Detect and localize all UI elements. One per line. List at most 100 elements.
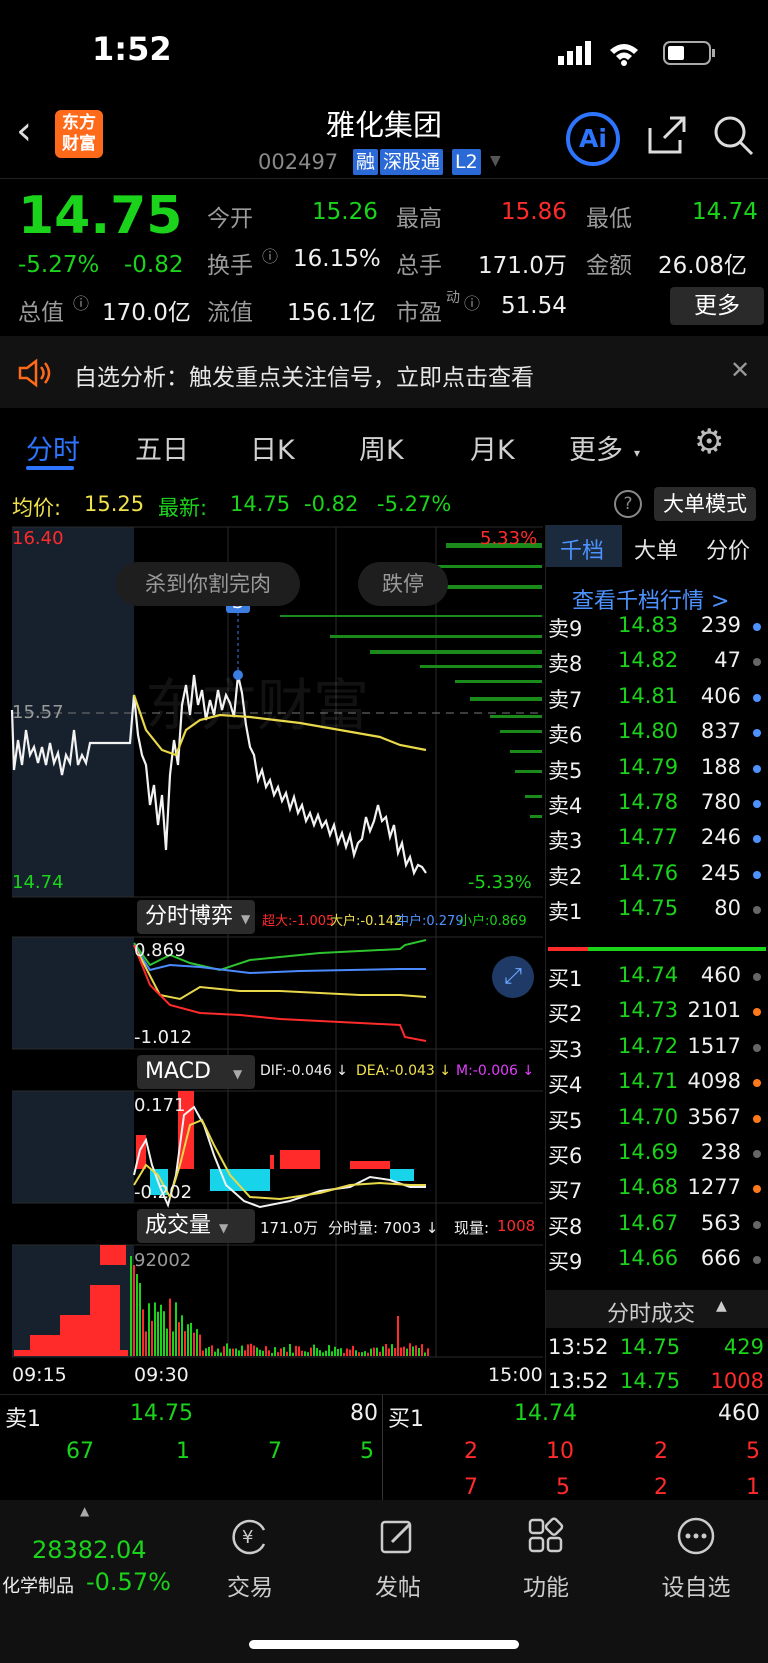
tab-trade[interactable]: 交易 <box>210 1568 290 1602</box>
macd-selector[interactable]: MACD ▼ <box>137 1055 255 1089</box>
sell-row[interactable]: 卖5 14.79 188 <box>546 753 768 787</box>
turnover-label: 换手 <box>207 253 253 279</box>
dot-icon <box>753 1150 761 1158</box>
buy-row[interactable]: 买5 14.70 3567 <box>546 1103 768 1137</box>
tab-post[interactable]: 发帖 <box>358 1568 438 1602</box>
intraday-chart[interactable]: 东方财富 S <box>0 525 545 1381</box>
comment-bubble[interactable]: 跌停 <box>358 562 448 606</box>
l1-buy-price: 14.74 <box>514 1401 577 1426</box>
tab-5day[interactable]: 五日 <box>135 428 189 467</box>
buy-row[interactable]: 买3 14.72 1517 <box>546 1032 768 1066</box>
ob-tab-large[interactable]: 大单 <box>634 533 678 565</box>
expand-icon[interactable]: ⤢ <box>492 956 534 998</box>
buy-row[interactable]: 买4 14.71 4098 <box>546 1067 768 1101</box>
comment-bubble[interactable]: 杀到你割完肉 <box>116 562 300 606</box>
l1-queue: 7 <box>268 1439 282 1464</box>
speaker-icon <box>18 358 51 388</box>
dot-icon <box>753 764 761 773</box>
ticks-header[interactable]: 分时成交 ▲ <box>546 1290 768 1328</box>
share-icon[interactable] <box>646 114 688 156</box>
l1-queue: 1 <box>176 1439 190 1464</box>
volume-bar <box>382 1346 384 1356</box>
volume-bar <box>190 1322 192 1356</box>
volume-bar <box>352 1345 354 1356</box>
volume-bar <box>193 1332 195 1356</box>
yuan-icon[interactable]: ¥ <box>230 1516 270 1556</box>
sell-row[interactable]: 卖7 14.81 406 <box>546 682 768 716</box>
search-icon[interactable] <box>712 114 756 158</box>
chevron-up-icon[interactable]: ▲ <box>80 1504 89 1518</box>
tab-add-watchlist[interactable]: 设自选 <box>646 1568 746 1602</box>
sell-row[interactable]: 卖6 14.80 837 <box>546 717 768 751</box>
more-button[interactable]: 更多 <box>670 287 764 325</box>
sell-volume: 245 <box>700 860 741 885</box>
info-icon[interactable]: ⓘ <box>262 243 278 267</box>
ratio-bar-buy <box>588 947 766 951</box>
vol-title: 成交量 <box>145 1213 212 1238</box>
buy-level-label: 买1 <box>548 967 583 991</box>
sell-row[interactable]: 卖1 14.75 80 <box>546 894 768 928</box>
sell-level-label: 卖4 <box>548 794 583 818</box>
buy-price: 14.66 <box>618 1246 679 1271</box>
index-pct[interactable]: -0.57% <box>86 1568 171 1596</box>
latest-label: 最新: <box>158 496 208 520</box>
x-label-close: 15:00 <box>488 1364 543 1386</box>
volume-bar <box>217 1348 219 1356</box>
tab-weekly[interactable]: 周K <box>359 428 404 467</box>
sell-row[interactable]: 卖2 14.76 245 <box>546 859 768 893</box>
volume-bar <box>214 1351 216 1356</box>
notice-bar[interactable]: 自选分析：触发重点关注信号，立即点击查看 ✕ <box>0 336 768 408</box>
info-icon[interactable]: ⓘ <box>73 290 89 314</box>
volume-bar <box>232 1348 234 1356</box>
axis-mid: 15.57 <box>12 702 64 723</box>
tab-monthly[interactable]: 月K <box>470 428 515 467</box>
volume-bar <box>343 1352 345 1356</box>
legend-large: 大户:-0.142 <box>330 914 403 929</box>
volume-bar <box>151 1320 153 1356</box>
dot-icon <box>753 658 761 667</box>
sell-row[interactable]: 卖9 14.83 239 <box>546 611 768 645</box>
index-value[interactable]: 28382.04 <box>32 1536 147 1564</box>
buy-row[interactable]: 买8 14.67 563 <box>546 1209 768 1243</box>
volume-bar <box>136 1274 138 1356</box>
buy-row[interactable]: 买6 14.69 238 <box>546 1138 768 1172</box>
l1-queue: 5 <box>360 1439 374 1464</box>
volume-bar <box>202 1350 204 1356</box>
sell-row[interactable]: 卖4 14.78 780 <box>546 788 768 822</box>
help-icon[interactable]: ? <box>614 490 642 518</box>
ai-button[interactable]: Ai <box>566 112 620 166</box>
buy-row[interactable]: 买9 14.66 666 <box>546 1244 768 1278</box>
index-name[interactable]: 化学制品 <box>2 1572 74 1598</box>
tab-more[interactable]: 更多 <box>569 428 623 467</box>
low-label: 最低 <box>586 206 632 232</box>
ob-tab-depth[interactable]: 千档 <box>560 533 604 565</box>
buy-row[interactable]: 买2 14.73 2101 <box>546 996 768 1030</box>
sell-row[interactable]: 卖3 14.77 246 <box>546 823 768 857</box>
game-selector[interactable]: 分时博弈 ▼ <box>137 900 255 934</box>
tab-intraday[interactable]: 分时 <box>26 428 80 467</box>
sell-price: 14.79 <box>618 754 679 779</box>
edit-icon[interactable] <box>378 1516 418 1556</box>
tab-functions[interactable]: 功能 <box>506 1568 586 1602</box>
grid-icon[interactable] <box>526 1516 566 1556</box>
sell-volume: 47 <box>714 648 741 673</box>
gear-icon[interactable]: ⚙ <box>694 422 724 462</box>
info-icon[interactable]: ⓘ <box>464 290 480 314</box>
chevron-down-icon[interactable]: ▼ <box>490 153 501 169</box>
tick-price: 14.75 <box>620 1335 681 1359</box>
big-order-button[interactable]: 大单模式 <box>654 487 756 521</box>
game-title: 分时博弈 <box>145 904 234 929</box>
buy-row[interactable]: 买7 14.68 1277 <box>546 1173 768 1207</box>
volume-bar <box>175 1302 177 1356</box>
buy-row[interactable]: 买1 14.74 460 <box>546 961 768 995</box>
float-value: 156.1亿 <box>287 300 376 326</box>
tab-daily[interactable]: 日K <box>250 428 295 467</box>
more-dots-icon[interactable] <box>676 1516 716 1556</box>
volume-bar <box>328 1345 330 1356</box>
sell-row[interactable]: 卖8 14.82 47 <box>546 646 768 680</box>
buy-level-label: 买3 <box>548 1037 583 1062</box>
ratio-bar-sell <box>548 947 588 951</box>
volume-selector[interactable]: 成交量 ▼ <box>137 1209 255 1243</box>
close-icon[interactable]: ✕ <box>730 356 750 384</box>
ob-tab-price[interactable]: 分价 <box>706 533 750 565</box>
